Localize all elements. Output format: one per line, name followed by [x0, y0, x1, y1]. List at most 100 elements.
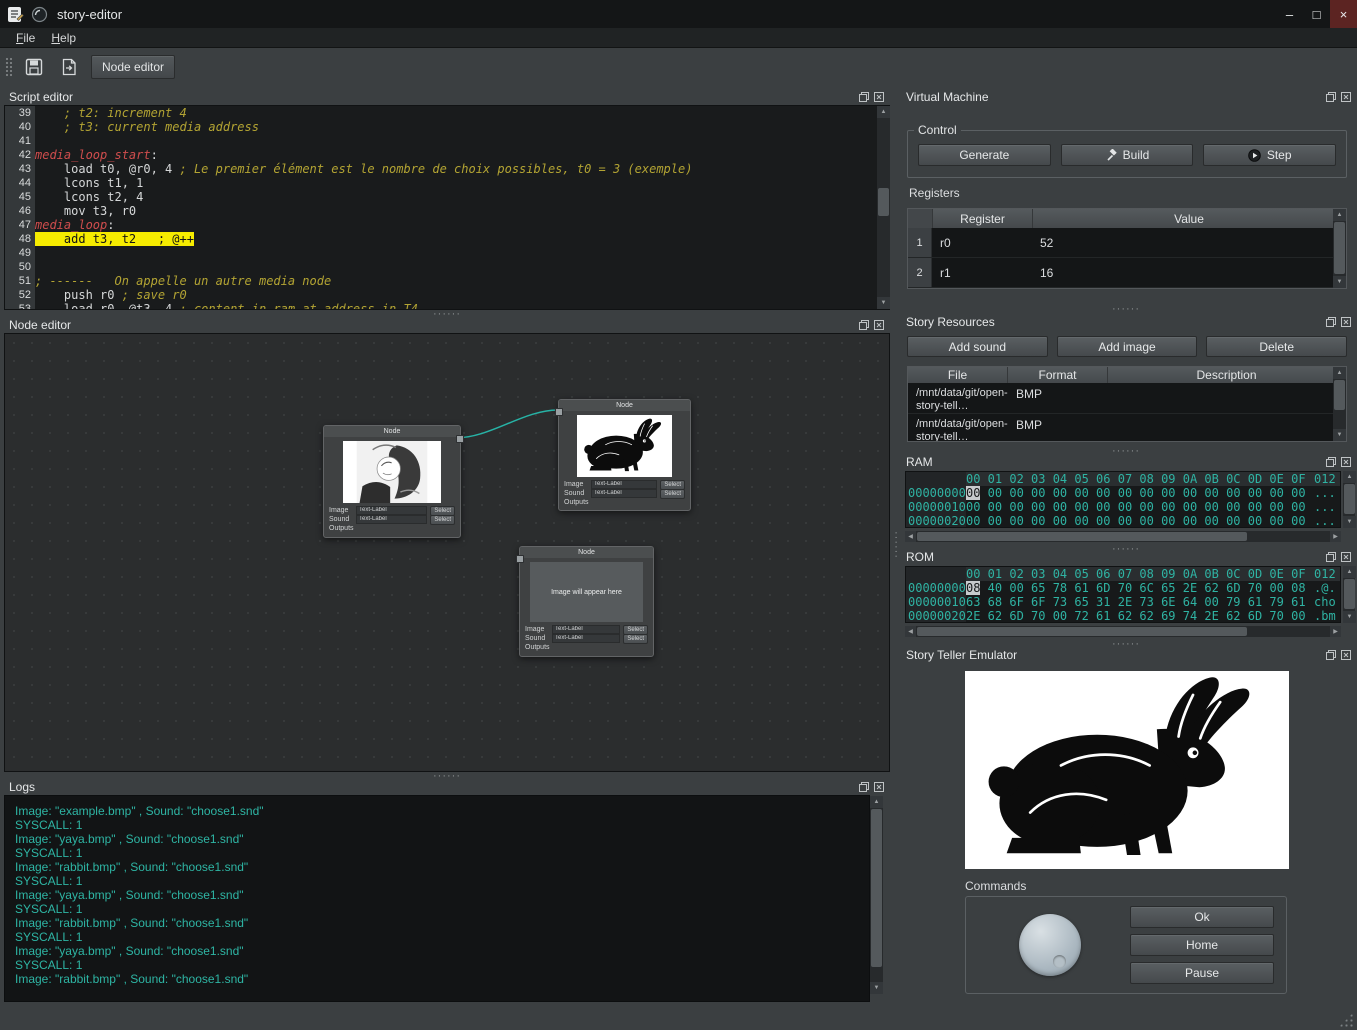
log-output[interactable]: Image: "example.bmp" , Sound: "choose1.s… — [4, 795, 870, 1002]
scroll-down-icon[interactable]: ▼ — [1333, 276, 1346, 288]
rom-vertical-scrollbar[interactable]: ▲ ▼ — [1343, 566, 1355, 623]
rom-hex-view[interactable]: 00 01 02 03 04 05 06 07 08 09 0A 0B 0C 0… — [905, 566, 1341, 623]
home-button[interactable]: Home — [1130, 934, 1274, 956]
close-button[interactable]: × — [1330, 0, 1357, 28]
close-panel-icon[interactable] — [1341, 457, 1351, 467]
input-port[interactable] — [516, 555, 524, 563]
toolbar-drag-handle[interactable] — [5, 57, 12, 77]
save-button[interactable] — [21, 54, 47, 80]
close-panel-icon[interactable] — [1341, 552, 1351, 562]
column-value[interactable]: Value — [1033, 209, 1346, 228]
float-panel-icon[interactable] — [859, 320, 869, 330]
media-node-empty[interactable]: Node Image will appear here ImageText-La… — [519, 546, 654, 657]
register-row[interactable]: 1 r0 52 — [908, 228, 1346, 258]
selected-byte[interactable]: 08 — [966, 581, 980, 595]
column-description[interactable]: Description — [1108, 367, 1346, 383]
media-node-rabbit[interactable]: Node ImageText-LabelSelect SoundText-Lab… — [558, 399, 691, 511]
step-button[interactable]: Step — [1203, 144, 1336, 166]
scroll-thumb[interactable] — [917, 627, 1247, 636]
maximize-button[interactable]: □ — [1303, 0, 1330, 28]
scroll-down-icon[interactable]: ▼ — [877, 297, 890, 309]
scroll-up-icon[interactable]: ▲ — [870, 796, 883, 808]
delete-resource-button[interactable]: Delete — [1206, 336, 1347, 357]
minimize-button[interactable]: – — [1276, 0, 1303, 28]
resource-row[interactable]: /mnt/data/git/open-story-tell… BMP — [908, 414, 1346, 442]
registers-scrollbar[interactable]: ▲ ▼ — [1333, 209, 1346, 288]
scroll-thumb[interactable] — [917, 532, 1247, 541]
generate-button[interactable]: Generate — [918, 144, 1051, 166]
hex-row[interactable]: 0000001063 68 6F 6F 73 65 31 2E 73 6E 64… — [906, 595, 1340, 609]
scroll-down-icon[interactable]: ▼ — [870, 982, 883, 994]
scroll-down-icon[interactable]: ▼ — [1343, 611, 1356, 623]
export-document-button[interactable] — [56, 54, 82, 80]
script-editor-scrollbar[interactable]: ▲ ▼ — [877, 106, 890, 309]
float-panel-icon[interactable] — [859, 92, 869, 102]
resources-scrollbar[interactable]: ▲ ▼ — [1333, 367, 1346, 441]
scroll-left-icon[interactable]: ◀ — [905, 626, 916, 637]
float-panel-icon[interactable] — [1326, 552, 1336, 562]
jog-knob[interactable] — [1019, 914, 1081, 976]
select-sound-button[interactable]: Select — [623, 634, 648, 644]
add-image-button[interactable]: Add image — [1057, 336, 1198, 357]
close-panel-icon[interactable] — [1341, 317, 1351, 327]
menu-help[interactable]: Help — [43, 29, 84, 47]
scroll-thumb[interactable] — [871, 809, 882, 967]
add-sound-button[interactable]: Add sound — [907, 336, 1048, 357]
scroll-up-icon[interactable]: ▲ — [1343, 471, 1356, 483]
selected-byte[interactable]: 00 — [966, 486, 980, 500]
select-sound-button[interactable]: Select — [660, 489, 685, 499]
close-panel-icon[interactable] — [874, 320, 884, 330]
column-register[interactable]: Register — [933, 209, 1033, 228]
float-panel-icon[interactable] — [1326, 457, 1336, 467]
scroll-thumb[interactable] — [1344, 579, 1355, 609]
scroll-right-icon[interactable]: ▶ — [1330, 531, 1341, 542]
scroll-up-icon[interactable]: ▲ — [877, 106, 890, 118]
hex-row[interactable]: 0000000008 40 00 65 78 61 6D 70 6C 65 2E… — [906, 581, 1340, 595]
media-node-girl[interactable]: Node ImageText-LabelSelect SoundText-Lab… — [323, 425, 461, 538]
node-editor-toggle-button[interactable]: Node editor — [91, 55, 175, 79]
close-panel-icon[interactable] — [874, 782, 884, 792]
scroll-thumb[interactable] — [1334, 222, 1345, 274]
build-button[interactable]: Build — [1061, 144, 1194, 166]
scroll-down-icon[interactable]: ▼ — [1333, 429, 1346, 441]
register-row[interactable]: 2 r1 16 — [908, 258, 1346, 288]
scroll-thumb[interactable] — [878, 188, 889, 216]
scroll-thumb[interactable] — [1344, 484, 1355, 514]
close-panel-icon[interactable] — [874, 92, 884, 102]
hex-row[interactable]: 0000000000 00 00 00 00 00 00 00 00 00 00… — [906, 486, 1340, 500]
float-panel-icon[interactable] — [1326, 317, 1336, 327]
scroll-left-icon[interactable]: ◀ — [905, 531, 916, 542]
column-file[interactable]: File — [908, 367, 1008, 383]
vertical-splitter-handle[interactable] — [890, 88, 901, 1002]
select-sound-button[interactable]: Select — [430, 515, 455, 525]
rom-horizontal-scrollbar[interactable]: ◀ ▶ — [905, 626, 1341, 637]
hex-row[interactable]: 0000001000 00 00 00 00 00 00 00 00 00 00… — [906, 500, 1340, 514]
ok-button[interactable]: Ok — [1130, 906, 1274, 928]
node-canvas[interactable]: Node ImageText-LabelSelect SoundText-Lab… — [4, 333, 890, 772]
output-port[interactable] — [456, 435, 464, 443]
hex-row[interactable]: 0000002000 00 00 00 00 00 00 00 00 00 00… — [906, 514, 1340, 528]
ram-hex-view[interactable]: 00 01 02 03 04 05 06 07 08 09 0A 0B 0C 0… — [905, 471, 1341, 528]
ram-vertical-scrollbar[interactable]: ▲ ▼ — [1343, 471, 1355, 528]
input-port[interactable] — [555, 408, 563, 416]
close-panel-icon[interactable] — [1341, 650, 1351, 660]
code-editor[interactable]: 39 ; t2: increment 4 40 ; t3: current me… — [4, 105, 890, 310]
scroll-right-icon[interactable]: ▶ — [1330, 626, 1341, 637]
pause-button[interactable]: Pause — [1130, 962, 1274, 984]
scroll-thumb[interactable] — [1334, 380, 1345, 410]
float-panel-icon[interactable] — [1326, 92, 1336, 102]
scroll-up-icon[interactable]: ▲ — [1333, 209, 1346, 221]
menu-file[interactable]: File — [8, 29, 43, 47]
column-format[interactable]: Format — [1008, 367, 1108, 383]
scroll-up-icon[interactable]: ▲ — [1343, 566, 1356, 578]
scroll-down-icon[interactable]: ▼ — [1343, 516, 1356, 528]
scroll-up-icon[interactable]: ▲ — [1333, 367, 1346, 379]
close-panel-icon[interactable] — [1341, 92, 1351, 102]
logs-scrollbar[interactable]: ▲ ▼ — [870, 796, 883, 994]
hex-row[interactable]: 000000202E 62 6D 70 00 72 61 62 62 69 74… — [906, 609, 1340, 623]
splitter-handle[interactable] — [901, 305, 1351, 312]
float-panel-icon[interactable] — [859, 782, 869, 792]
ram-horizontal-scrollbar[interactable]: ◀ ▶ — [905, 531, 1341, 542]
float-panel-icon[interactable] — [1326, 650, 1336, 660]
resource-row[interactable]: /mnt/data/git/open-story-tell… BMP — [908, 383, 1346, 414]
